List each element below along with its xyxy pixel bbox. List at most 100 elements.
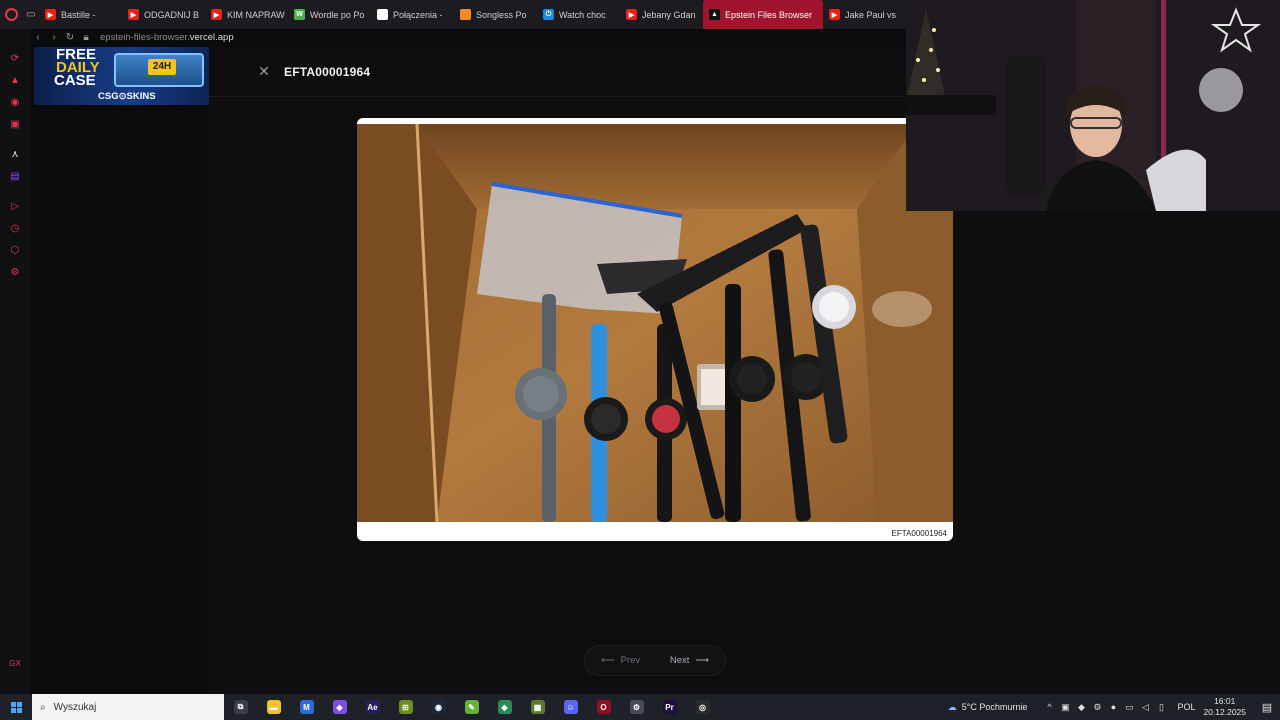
prev-button[interactable]: ⟵ Prev [601, 655, 640, 666]
tab-label: Watch choc [559, 9, 606, 20]
tab-favicon-icon: ▶ [128, 9, 139, 20]
chevron-up-icon[interactable]: ^ [1041, 702, 1057, 712]
browser-tab[interactable]: ▶ Bastille - [39, 0, 122, 29]
address-bar: ‹ › ↻ 🔒︎ epstein-files-browser.vercel.ap… [30, 29, 906, 46]
start-button[interactable] [0, 694, 32, 720]
document-caption: EFTA00001964 [891, 529, 947, 538]
after-effects-icon: Ae [365, 700, 380, 714]
tray-settings-icon[interactable]: ⚙ [1089, 702, 1105, 713]
taskbar-app[interactable]: ◉ [422, 694, 455, 720]
microphone-icon[interactable]: ● [1105, 702, 1121, 712]
sidebar-refresh-icon[interactable]: ⟳ [8, 51, 22, 65]
tab-favicon-icon [377, 9, 388, 20]
tray-app2-icon[interactable]: ◆ [1073, 702, 1089, 713]
tab-favicon-icon: ▶ [626, 9, 637, 20]
obs-icon: ◎ [695, 700, 710, 714]
taskbar-app[interactable]: Ae [356, 694, 389, 720]
document-photo [357, 124, 953, 522]
tab-favicon-icon: ⏻ [543, 9, 554, 20]
taskbar-app[interactable]: ⚙ [620, 694, 653, 720]
steam-icon: ◉ [431, 700, 446, 714]
browser-tab[interactable]: ▲ Epstein Files Browser [703, 0, 823, 29]
taskbar-app[interactable]: ◆ [323, 694, 356, 720]
taskbar-app[interactable]: ☺ [554, 694, 587, 720]
search-placeholder: Wyszukaj [53, 701, 97, 713]
browser-tab[interactable]: ▶ ODGADNIJ B [122, 0, 205, 29]
discord-icon: ☺ [563, 700, 578, 714]
network-icon[interactable]: ▭ [1121, 702, 1137, 713]
sidebar-gx-icon[interactable]: GX [9, 659, 21, 668]
tab-label: Jake Paul vs [845, 9, 897, 20]
cloud-icon: ☁ [947, 701, 957, 712]
sidebar-history-icon[interactable]: ◷ [8, 221, 22, 235]
system-tray: ☁ 5°C Pochmurnie ^ ▣ ◆ ⚙ ● ▭ ◁ ▯ POL 16:… [948, 694, 1280, 720]
taskbar-search[interactable]: ⌕ Wyszukaj [32, 694, 224, 720]
tab-favicon-icon: ▲ [709, 9, 720, 20]
premiere-icon: Pr [662, 700, 677, 714]
ad-line-3: CASE [54, 72, 96, 89]
tab-label: Wordle po Po [310, 9, 365, 20]
taskbar-app[interactable]: ▬ [257, 694, 290, 720]
sidebar-settings-icon[interactable]: ⚙ [8, 265, 22, 279]
weather-widget[interactable]: ☁ 5°C Pochmurnie [948, 702, 1028, 713]
next-label: Next [669, 655, 690, 666]
browser-tab[interactable]: ▶ Jake Paul vs [823, 0, 906, 29]
browser-tab[interactable]: ⏻ Watch choc [537, 0, 620, 29]
sidebar-extensions-icon[interactable]: ⬡ [8, 243, 22, 257]
browser-tab-strip: ▭ ▶ Bastille - ▶ ODGADNIJ B ▶ KIM NAPRAW W Word… [0, 0, 906, 29]
reload-icon[interactable]: ↻ [62, 32, 78, 43]
sidebar-messenger-icon[interactable]: ◉ [8, 95, 22, 109]
sidebar-twitch-icon[interactable]: ▤ [8, 169, 22, 183]
document-title: EFTA00001964 [284, 65, 371, 79]
windows-icon [10, 701, 22, 713]
language-indicator[interactable]: POL [1177, 702, 1195, 712]
close-button[interactable]: ✕ [253, 60, 275, 82]
taskbar-app[interactable]: ◎ [686, 694, 719, 720]
ad-brand: CSG⊙SKINS [98, 91, 156, 102]
browser-tab[interactable]: Songless Po [454, 0, 537, 29]
taskbar-app[interactable]: M [290, 694, 323, 720]
minecraft-icon: ▦ [530, 700, 545, 714]
taskbar-app[interactable]: ▦ [521, 694, 554, 720]
taskbar-app[interactable]: ⊞ [389, 694, 422, 720]
taskbar-app[interactable]: ⧉ [224, 694, 257, 720]
tab-label: KIM NAPRAW [227, 9, 285, 20]
opera-sidebar: ⟳ ▲ ◉ ▣ ⋏ ▤ ▷ ◷ ⬡ ⚙ GX [0, 29, 30, 694]
sidebar-player-icon[interactable]: ▷ [8, 199, 22, 213]
chest-icon: 24H [114, 53, 204, 87]
url-field[interactable]: epstein-files-browser.vercel.app [100, 32, 234, 43]
sidebar-aria-icon[interactable]: ⋏ [8, 147, 22, 161]
browser-tab[interactable]: ▶ Jebany Gdan [620, 0, 703, 29]
tray-app-icon[interactable]: ▣ [1057, 702, 1073, 713]
sidebar-music-icon[interactable]: ▣ [8, 117, 22, 131]
next-button[interactable]: Next ⟶ [670, 655, 709, 666]
clock[interactable]: 16:01 20.12.2025 [1203, 696, 1246, 718]
sidebar-bag-icon[interactable]: ▲ [8, 73, 22, 87]
webcam-feed [906, 0, 1280, 211]
tab-label: ODGADNIJ B [144, 9, 200, 20]
browser-tab[interactable]: Połączenia - [371, 0, 454, 29]
opera-menu-icon[interactable] [0, 0, 23, 29]
csgo-skins-ad[interactable]: FREE DAILY CASE 24H CSG⊙SKINS [34, 47, 209, 105]
crystal-icon: ◆ [332, 700, 347, 714]
taskbar-app[interactable]: ✎ [455, 694, 488, 720]
volume-icon[interactable]: ◁ [1137, 702, 1153, 713]
screen: ▭ ▶ Bastille - ▶ ODGADNIJ B ▶ KIM NAPRAW W Word… [0, 0, 1280, 720]
taskbar-app[interactable]: O [587, 694, 620, 720]
notification-icon[interactable]: ▤ [1254, 701, 1280, 714]
tab-favicon-icon: ▶ [829, 9, 840, 20]
file-explorer-icon: ▬ [266, 700, 281, 714]
tab-label: Bastille - [61, 9, 96, 20]
battery-icon[interactable]: ▯ [1153, 702, 1169, 713]
forward-icon[interactable]: › [46, 32, 62, 43]
browser-tab[interactable]: W Wordle po Po [288, 0, 371, 29]
browser-tab[interactable]: ▶ KIM NAPRAW [205, 0, 288, 29]
taskbar-app[interactable]: Pr [653, 694, 686, 720]
document-viewer: EFTA00001964 [357, 118, 953, 541]
back-icon[interactable]: ‹ [30, 32, 46, 43]
opera-icon: O [596, 700, 611, 714]
taskbar-app[interactable]: ◈ [488, 694, 521, 720]
search-icon: ⌕ [40, 701, 46, 713]
tab-favicon-icon: ▶ [45, 9, 56, 20]
tab-overview-icon[interactable]: ▭ [23, 0, 40, 29]
